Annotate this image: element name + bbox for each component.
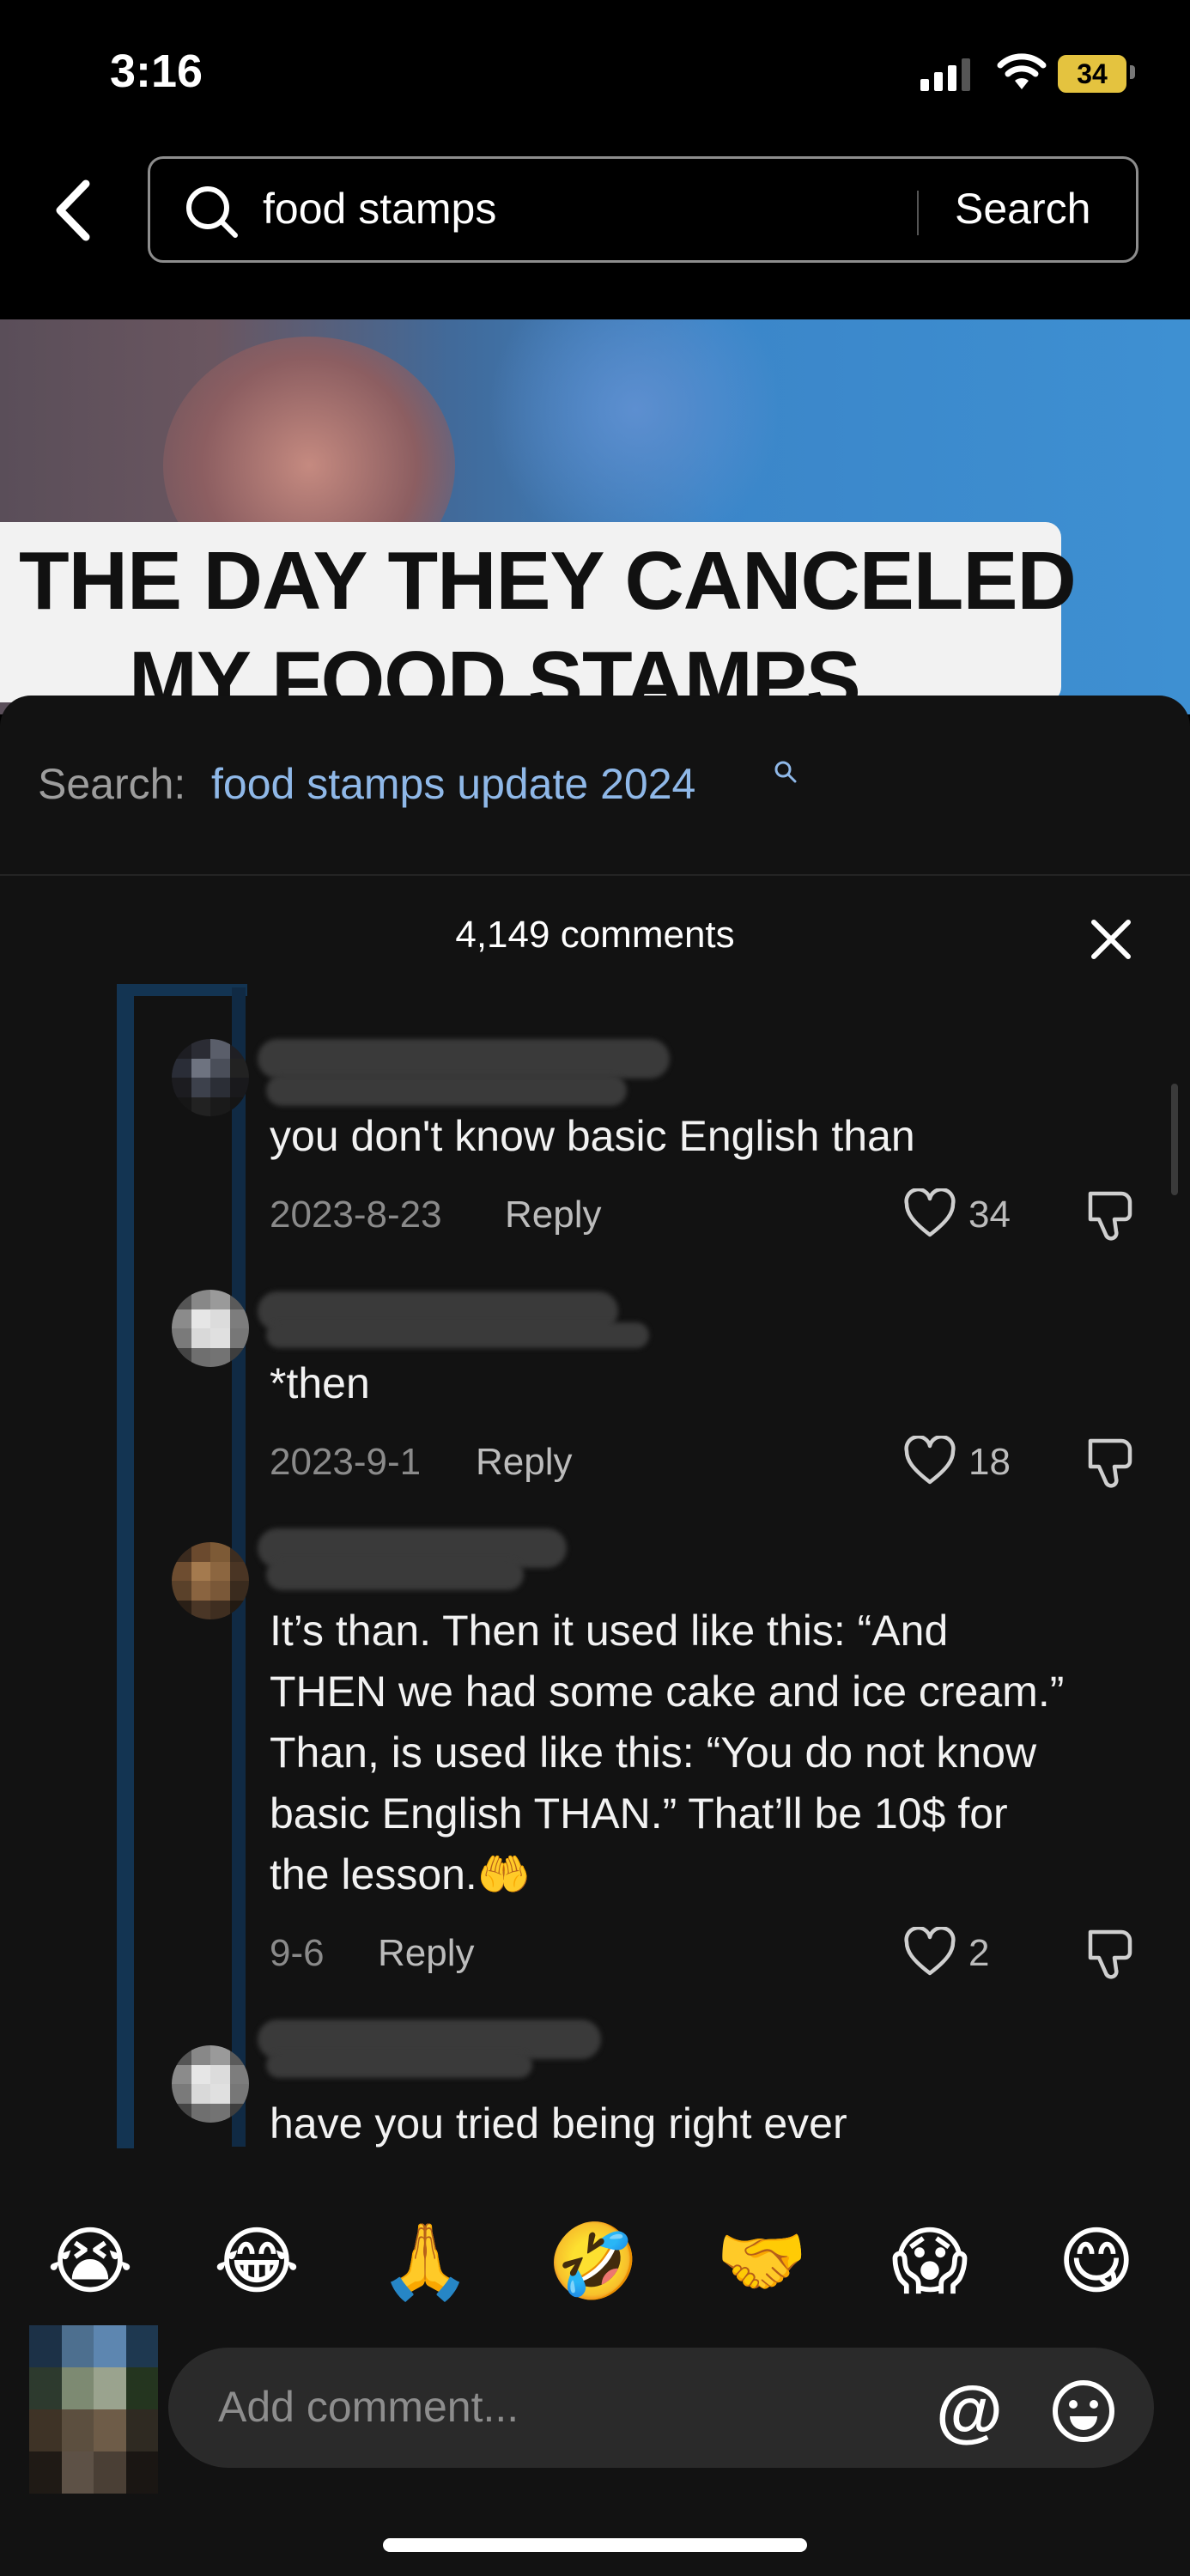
dislike-icon[interactable] (1084, 1188, 1137, 1242)
scrollbar[interactable] (1171, 1084, 1178, 1195)
emoji-picker-icon[interactable] (1049, 2377, 1118, 2445)
redacted-username (266, 1322, 649, 1348)
like-count: 34 (968, 1194, 1011, 1236)
search-button[interactable]: Search (955, 184, 1090, 234)
heart-icon[interactable] (903, 1188, 956, 1238)
heart-icon[interactable] (903, 1927, 956, 1977)
home-indicator (383, 2538, 807, 2552)
comment-date: 9-6 (270, 1932, 325, 1974)
close-icon[interactable] (1085, 914, 1137, 965)
signal-icon (920, 58, 970, 91)
related-search-label: Search: (38, 760, 186, 808)
comment-text: you don't know basic English than (270, 1112, 915, 1160)
search-query[interactable]: food stamps (263, 184, 496, 234)
comment-text-line: basic English THAN.” That’ll be 10$ for (270, 1789, 1008, 1838)
heart-icon[interactable] (903, 1436, 956, 1485)
redacted-username (258, 1039, 670, 1078)
emoji-handshake[interactable]: 🤝 (714, 2219, 809, 2305)
comment-date: 2023-8-23 (270, 1194, 442, 1236)
search-icon (774, 761, 797, 783)
my-avatar[interactable] (29, 2325, 158, 2494)
search-icon (186, 186, 238, 238)
comment-text-line: the lesson.🤲 (270, 1850, 531, 1899)
dislike-icon[interactable] (1084, 1436, 1137, 1489)
like-count: 18 (968, 1441, 1011, 1483)
avatar[interactable] (172, 1542, 249, 1619)
emoji-yum[interactable]: 😋 (1049, 2219, 1144, 2305)
related-search-link[interactable]: food stamps update 2024 (211, 759, 695, 809)
wifi-icon (997, 53, 1047, 89)
comment-input[interactable] (216, 2379, 907, 2435)
mention-icon[interactable]: @ (936, 2377, 1003, 2445)
emoji-screaming[interactable]: 😱 (883, 2219, 977, 2305)
back-button[interactable] (41, 172, 101, 249)
search-divider (917, 191, 919, 235)
status-time: 3:16 (110, 46, 203, 97)
comment-text: have you tried being right ever (270, 2099, 847, 2148)
comment-text-line: Than, is used like this: “You do not kno… (270, 1728, 1037, 1777)
comment-text-line: It’s than. Then it used like this: “And (270, 1607, 949, 1655)
redacted-username (266, 1075, 627, 1106)
comment-date: 2023-9-1 (270, 1441, 422, 1483)
avatar[interactable] (172, 1039, 249, 1116)
redacted-username (266, 2052, 532, 2078)
battery-icon: 34 (1058, 55, 1126, 93)
battery-nub (1130, 65, 1135, 79)
emoji-rofl[interactable]: 🤣 (546, 2219, 641, 2305)
reply-button[interactable]: Reply (505, 1194, 602, 1236)
emoji-loudly-crying[interactable]: 😭 (43, 2219, 137, 2305)
comment-count: 4,149 comments (455, 914, 735, 956)
like-count: 2 (968, 1932, 990, 1974)
video-caption-line1: THE DAY THEY CANCELED (19, 535, 1077, 627)
comment-text: *then (270, 1359, 370, 1407)
emoji-tears-of-joy[interactable]: 😂 (209, 2219, 304, 2305)
reply-button[interactable]: Reply (378, 1932, 475, 1975)
redacted-username (266, 1559, 524, 1590)
reply-button[interactable]: Reply (476, 1441, 573, 1484)
avatar[interactable] (172, 2045, 249, 2123)
dislike-icon[interactable] (1084, 1927, 1137, 1980)
emoji-folded-hands[interactable]: 🙏 (378, 2219, 472, 2305)
divider (0, 874, 1190, 876)
avatar[interactable] (172, 1290, 249, 1367)
comment-text-line: THEN we had some cake and ice cream.” (270, 1668, 1065, 1716)
